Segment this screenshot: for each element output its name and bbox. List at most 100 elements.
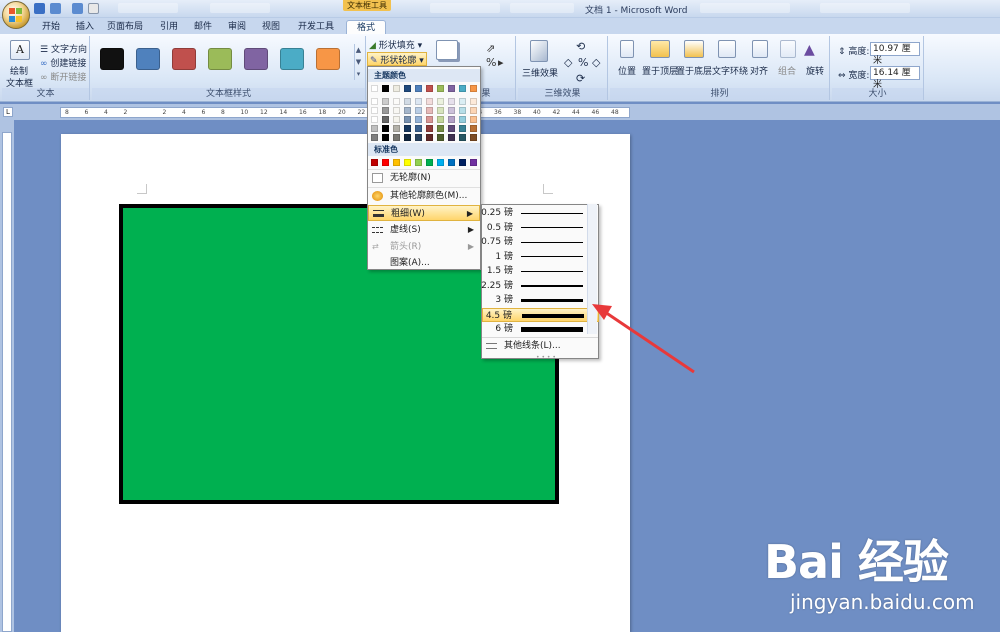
theme-color-swatch[interactable] [371,125,378,132]
weight-option[interactable]: 0.75 磅 [481,235,599,249]
theme-color-swatch[interactable] [426,134,433,141]
theme-color-swatch[interactable] [470,125,477,132]
theme-color-swatch[interactable] [382,125,389,132]
theme-color-swatch[interactable] [448,98,455,105]
tab-references[interactable]: 引用 [156,20,182,34]
dash-menu-item[interactable]: 虚线(S) ▶ [368,222,480,238]
draw-textbox-icon[interactable]: A [10,40,30,60]
threed-button-label[interactable]: 三维效果 [522,66,558,79]
theme-color-swatch[interactable] [404,85,411,92]
theme-color-swatch[interactable] [415,85,422,92]
theme-color-swatch[interactable] [382,107,389,114]
theme-color-swatch[interactable] [448,125,455,132]
theme-color-swatch[interactable] [448,85,455,92]
undo-icon[interactable] [50,3,61,14]
standard-color-swatch[interactable] [404,159,411,166]
theme-color-swatch[interactable] [459,125,466,132]
theme-color-swatch[interactable] [426,125,433,132]
shadow-nudge-right-icon[interactable]: ▸ [498,56,504,69]
theme-color-swatch[interactable] [415,134,422,141]
theme-color-swatch[interactable] [459,107,466,114]
group-objects-icon[interactable] [780,40,796,58]
tab-stop-selector[interactable]: L [3,107,13,117]
theme-color-swatch[interactable] [382,98,389,105]
style-swatch[interactable] [280,48,304,70]
theme-color-swatch[interactable] [404,107,411,114]
weight-option[interactable]: 0.25 磅 [481,206,599,220]
theme-color-swatch[interactable] [371,107,378,114]
weight-menu-item[interactable]: 粗细(W) ▶ [368,205,480,221]
tilt-down-icon[interactable]: ⟳ [576,72,585,85]
redo-icon[interactable] [72,3,83,14]
theme-color-swatch[interactable] [393,85,400,92]
weight-option[interactable]: 1 磅 [482,250,599,264]
weight-option[interactable]: 0.5 磅 [482,221,599,235]
shadow-toggle-icon[interactable]: % [486,56,496,69]
theme-color-swatch[interactable] [415,98,422,105]
weight-option[interactable]: 3 磅 [482,293,599,307]
tilt-left-icon[interactable]: ◇ [564,56,572,69]
pattern-menu-item[interactable]: 图案(A)... [368,255,480,271]
tab-mailings[interactable]: 邮件 [190,20,216,34]
theme-color-swatch[interactable] [437,85,444,92]
horizontal-ruler[interactable]: 8642246810121416182022242628303234363840… [60,107,630,118]
position-icon[interactable] [620,40,634,58]
theme-color-swatch[interactable] [448,107,455,114]
theme-color-swatch[interactable] [382,134,389,141]
tab-format[interactable]: 格式 [346,20,386,34]
style-swatch[interactable] [244,48,268,70]
rotate-icon[interactable]: ▲ [804,42,815,58]
shadow-nudge-icon[interactable]: ⇗ [486,42,495,55]
theme-color-swatch[interactable] [437,98,444,105]
theme-color-swatch[interactable] [404,134,411,141]
theme-color-swatch[interactable] [437,116,444,123]
style-swatch[interactable] [208,48,232,70]
tab-view[interactable]: 视图 [258,20,284,34]
theme-color-swatch[interactable] [382,85,389,92]
theme-color-swatch[interactable] [470,134,477,141]
align-label[interactable]: 对齐 [750,64,768,77]
no-outline-item[interactable]: 无轮廓(N) [368,169,480,185]
shape-fill-button[interactable]: ◢ 形状填充 ▾ [369,38,422,51]
tab-home[interactable]: 开始 [36,20,66,34]
more-outline-colors-item[interactable]: 其他轮廓颜色(M)... [368,187,480,203]
text-wrap-icon[interactable] [718,40,736,58]
theme-color-swatch[interactable] [415,107,422,114]
rotate-label[interactable]: 旋转 [806,64,824,77]
more-lines-item[interactable]: 其他线条(L)... [482,337,598,353]
create-link-button[interactable]: ∞ 创建链接 [40,56,86,69]
width-input[interactable]: 16.14 厘米 [870,66,920,90]
threed-icon[interactable] [530,40,548,62]
office-button[interactable] [2,1,30,29]
resize-grip[interactable]: • • • • [536,354,556,361]
tab-insert[interactable]: 插入 [70,20,100,34]
send-back-icon[interactable] [684,40,704,58]
theme-color-swatch[interactable] [437,107,444,114]
weight-option[interactable]: 2.25 磅 [481,279,599,293]
theme-color-swatch[interactable] [426,116,433,123]
tilt-up-icon[interactable]: ⟲ [576,40,585,53]
theme-color-swatch[interactable] [470,116,477,123]
theme-color-swatch[interactable] [371,134,378,141]
shadow-effect-icon[interactable] [436,40,458,60]
style-swatch[interactable] [136,48,160,70]
theme-color-swatch[interactable] [415,125,422,132]
threed-toggle-icon[interactable]: % [578,56,588,69]
theme-color-swatch[interactable] [404,116,411,123]
theme-color-swatch[interactable] [393,107,400,114]
theme-color-swatch[interactable] [371,98,378,105]
theme-color-swatch[interactable] [371,85,378,92]
standard-color-swatch[interactable] [459,159,466,166]
standard-color-swatch[interactable] [371,159,378,166]
theme-color-swatch[interactable] [470,85,477,92]
theme-color-swatch[interactable] [393,125,400,132]
theme-color-swatch[interactable] [459,134,466,141]
theme-color-swatch[interactable] [459,116,466,123]
theme-color-swatch[interactable] [459,98,466,105]
tab-review[interactable]: 审阅 [224,20,250,34]
theme-color-swatch[interactable] [437,125,444,132]
bring-front-icon[interactable] [650,40,670,58]
standard-color-swatch[interactable] [382,159,389,166]
standard-color-swatch[interactable] [448,159,455,166]
weight-option[interactable]: 6 磅 [482,322,599,336]
